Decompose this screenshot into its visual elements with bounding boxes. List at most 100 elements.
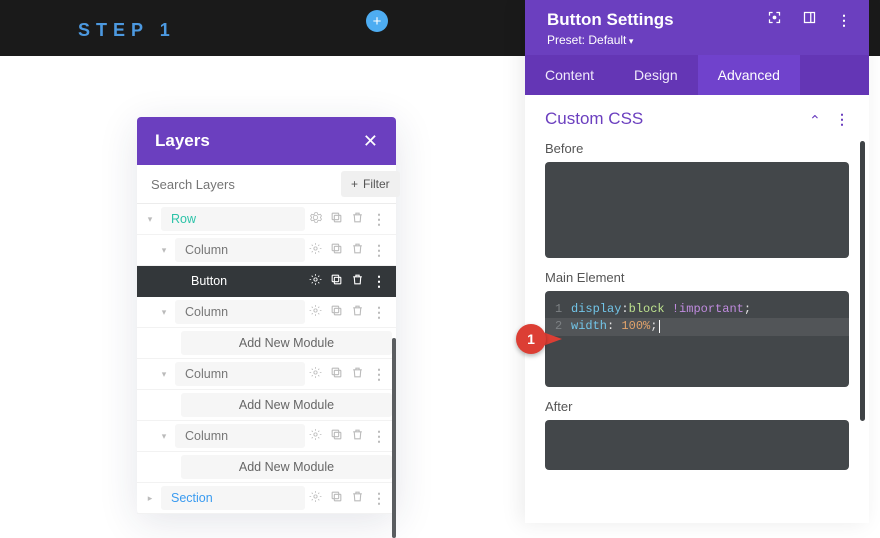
focus-icon[interactable] [767, 10, 782, 30]
settings-tabs: Content Design Advanced [525, 55, 869, 95]
callout-1: 1 [516, 324, 560, 354]
preset-dropdown[interactable]: Preset: Default [547, 33, 851, 47]
layers-title: Layers [155, 131, 363, 151]
duplicate-icon[interactable] [330, 242, 343, 258]
tree-row-column[interactable]: ▾ Column ⋮ [137, 359, 396, 390]
duplicate-icon[interactable] [330, 211, 343, 227]
search-input[interactable] [137, 165, 341, 203]
row-actions: ⋮ [309, 211, 396, 227]
section-title[interactable]: Custom CSS [545, 109, 809, 129]
settings-title: Button Settings [547, 10, 767, 30]
code-token: display [571, 302, 621, 316]
chevron-down-icon[interactable]: ▾ [157, 431, 171, 442]
gear-icon[interactable] [309, 366, 322, 382]
trash-icon[interactable] [351, 242, 364, 258]
row-label: Add New Module [239, 460, 334, 474]
row-label: Column [185, 367, 228, 381]
tree-row-add-module[interactable]: Add New Module [137, 328, 396, 359]
tree-row-section[interactable]: ▸ Section ⋮ [137, 483, 396, 514]
more-icon[interactable]: ⋮ [835, 112, 849, 126]
gear-icon[interactable] [309, 273, 322, 289]
duplicate-icon[interactable] [330, 428, 343, 444]
code-token: block [629, 302, 665, 316]
gear-icon[interactable] [309, 242, 322, 258]
trash-icon[interactable] [351, 366, 364, 382]
duplicate-icon[interactable] [330, 273, 343, 289]
tree-row-add-module[interactable]: Add New Module [137, 452, 396, 483]
tree-row-column[interactable]: ▾ Column ⋮ [137, 421, 396, 452]
filter-label: Filter [363, 177, 390, 191]
row-label: Button [191, 274, 227, 288]
gutter-line: 1 [555, 301, 571, 318]
row-label: Column [185, 243, 228, 257]
more-icon[interactable]: ⋮ [837, 13, 851, 27]
gear-icon[interactable] [309, 304, 322, 320]
row-actions: ⋮ [309, 490, 396, 506]
trash-icon[interactable] [351, 428, 364, 444]
row-label: Add New Module [239, 336, 334, 350]
more-icon[interactable]: ⋮ [372, 212, 386, 226]
chevron-down-icon[interactable]: ▾ [157, 307, 171, 318]
scrollbar[interactable] [860, 141, 865, 421]
trash-icon[interactable] [351, 273, 364, 289]
layout-icon[interactable] [802, 10, 817, 30]
trash-icon[interactable] [351, 211, 364, 227]
tree-row-add-module[interactable]: Add New Module [137, 390, 396, 421]
callout-number: 1 [516, 324, 546, 354]
chevron-up-icon[interactable]: ⌄ [809, 111, 821, 128]
row-label: Column [185, 429, 228, 443]
tree-row-column[interactable]: ▾ Column ⋮ [137, 297, 396, 328]
row-actions: ⋮ [309, 428, 396, 444]
code-token: !important [672, 302, 744, 316]
row-actions: ⋮ [309, 273, 396, 289]
filter-button[interactable]: + Filter [341, 171, 400, 197]
trash-icon[interactable] [351, 304, 364, 320]
row-label: Column [185, 305, 228, 319]
more-icon[interactable]: ⋮ [372, 491, 386, 505]
more-icon[interactable]: ⋮ [372, 305, 386, 319]
step-label: STEP 1 [78, 20, 176, 41]
tab-content[interactable]: Content [525, 55, 614, 95]
css-after-input[interactable] [545, 420, 849, 470]
row-label: Add New Module [239, 398, 334, 412]
code-token: 100% [621, 319, 650, 333]
row-label: Section [171, 491, 213, 505]
duplicate-icon[interactable] [330, 304, 343, 320]
layers-search-row: + Filter [137, 165, 396, 204]
layers-header: Layers ✕ [137, 117, 396, 165]
row-actions: ⋮ [309, 366, 396, 382]
trash-icon[interactable] [351, 490, 364, 506]
tab-advanced[interactable]: Advanced [698, 55, 800, 95]
scrollbar[interactable] [392, 338, 396, 538]
chevron-right-icon[interactable]: ▸ [143, 493, 157, 504]
css-main-input[interactable]: 1display:block !important; 2width: 100%; [545, 291, 849, 387]
chevron-down-icon[interactable]: ▾ [157, 369, 171, 380]
close-icon[interactable]: ✕ [363, 131, 378, 152]
duplicate-icon[interactable] [330, 490, 343, 506]
css-before-input[interactable] [545, 162, 849, 258]
gear-icon[interactable] [309, 428, 322, 444]
duplicate-icon[interactable] [330, 366, 343, 382]
tab-design[interactable]: Design [614, 55, 698, 95]
more-icon[interactable]: ⋮ [372, 429, 386, 443]
tree-row-column[interactable]: ▾ Column ⋮ [137, 235, 396, 266]
gear-icon[interactable] [309, 211, 322, 227]
tree-row-row[interactable]: ▾ Row ⋮ [137, 204, 396, 235]
add-section-button[interactable]: + [366, 10, 388, 32]
more-icon[interactable]: ⋮ [372, 274, 386, 288]
settings-body: Custom CSS ⌄ ⋮ Before Main Element 1disp… [525, 95, 869, 515]
more-icon[interactable]: ⋮ [372, 367, 386, 381]
gear-icon[interactable] [309, 490, 322, 506]
plus-icon: + [351, 177, 358, 191]
settings-panel: Button Settings ⋮ Preset: Default Conten… [525, 0, 869, 523]
css-after-label: After [545, 399, 849, 414]
layers-panel: Layers ✕ + Filter ▾ Row ⋮ ▾ Column [137, 117, 396, 514]
more-icon[interactable]: ⋮ [372, 243, 386, 257]
chevron-down-icon[interactable]: ▾ [157, 245, 171, 256]
row-label: Row [171, 212, 196, 226]
row-actions: ⋮ [309, 304, 396, 320]
chevron-down-icon[interactable]: ▾ [143, 214, 157, 225]
tree-row-button[interactable]: Button ⋮ [137, 266, 396, 297]
css-before-label: Before [545, 141, 849, 156]
code-token: width [571, 319, 607, 333]
